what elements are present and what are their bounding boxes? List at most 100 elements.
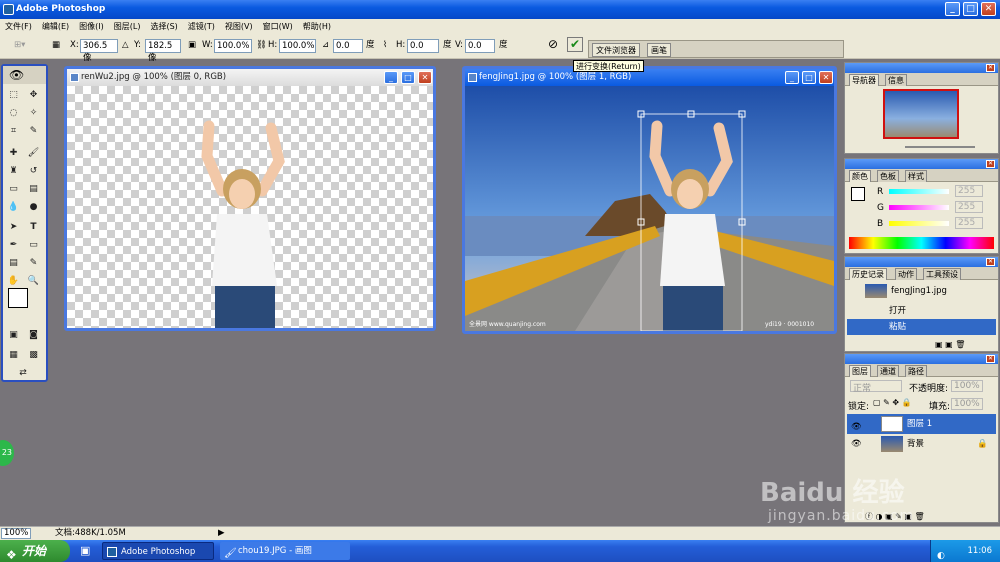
document-title-bar[interactable]: renWu2.jpg @ 100% (图层 0, RGB) _ □ ✕ — [67, 69, 433, 86]
maximize-button[interactable]: □ — [963, 2, 978, 16]
foreground-color-swatch[interactable] — [8, 288, 28, 308]
menu-filter[interactable]: 滤镜(T) — [183, 19, 220, 34]
vskew-field[interactable]: 0.0 — [465, 39, 495, 53]
x-field[interactable]: 306.5 像 — [80, 39, 118, 63]
path-select-icon[interactable]: ➤ — [5, 220, 22, 234]
eraser-tool-icon[interactable]: ▭ — [5, 182, 22, 196]
tab-history[interactable]: 历史记录 — [849, 268, 887, 280]
r-value[interactable]: 255 — [955, 185, 983, 197]
type-tool-icon[interactable]: T — [25, 220, 42, 234]
tab-file-browser[interactable]: 文件浏览器 — [592, 43, 640, 57]
tab-styles[interactable]: 样式 — [905, 170, 927, 182]
history-footer-icons[interactable]: ▣ ▣ 🗑 — [935, 340, 965, 349]
tab-tool-presets[interactable]: 工具预设 — [923, 268, 961, 280]
width-field[interactable]: 100.0% — [214, 39, 252, 53]
history-item[interactable]: 打开 — [847, 303, 996, 319]
shape-tool-icon[interactable]: ▭ — [25, 238, 42, 252]
menu-file[interactable]: 文件(F) — [0, 19, 37, 34]
taskbar-paint[interactable]: 🖌 chou19.JPG - 画图 — [220, 542, 350, 560]
tab-channels[interactable]: 通道 — [877, 365, 899, 377]
doc-minimize-button[interactable]: _ — [785, 71, 799, 84]
menu-layer[interactable]: 图层(L) — [109, 19, 146, 34]
zoom-tool-icon[interactable]: 🔍 — [25, 274, 42, 288]
doc-maximize-button[interactable]: □ — [401, 71, 415, 84]
tab-brushes[interactable]: 画笔 — [647, 43, 671, 57]
start-button[interactable]: ❖ 开始 — [0, 540, 70, 562]
pen-tool-icon[interactable]: ✒ — [5, 238, 22, 252]
height-field[interactable]: 100.0% — [279, 39, 316, 53]
gradient-tool-icon[interactable]: ▤ — [25, 182, 42, 196]
y-field[interactable]: 182.5 像 — [145, 39, 181, 63]
layer-visibility-icon[interactable]: 👁 — [851, 434, 862, 454]
panel-close-icon[interactable]: ✕ — [986, 258, 995, 266]
history-snapshot[interactable]: fengJing1.jpg — [847, 283, 996, 299]
hskew-field[interactable]: 0.0 — [407, 39, 439, 53]
crop-tool-icon[interactable]: ⌗ — [5, 124, 22, 138]
cancel-transform-icon[interactable]: ⊘ — [548, 37, 558, 52]
eyedropper-icon[interactable]: ✎ — [25, 256, 42, 270]
commit-transform-icon[interactable]: ✔ — [567, 37, 584, 52]
panel-fg-swatch[interactable] — [851, 187, 865, 201]
quicklaunch-icon[interactable]: ▣ — [80, 544, 90, 557]
document-title-bar-active[interactable]: fengJing1.jpg @ 100% (图层 1, RGB) _ □ ✕ — [465, 69, 834, 86]
minimize-button[interactable]: _ — [945, 2, 960, 16]
slice-tool-icon[interactable]: ✎ — [25, 124, 42, 138]
reference-point-icon[interactable]: ▦ — [52, 38, 60, 53]
zoom-slider[interactable] — [905, 146, 975, 148]
history-brush-icon[interactable]: ↺ — [25, 164, 42, 178]
zoom-field[interactable]: 100% — [1, 528, 31, 539]
menu-help[interactable]: 帮助(H) — [298, 19, 336, 34]
close-button[interactable]: ✕ — [981, 2, 996, 16]
link-icon[interactable]: ⛓ — [256, 38, 267, 53]
taskbar-photoshop[interactable]: Adobe Photoshop — [102, 542, 214, 560]
move-tool-icon[interactable]: ✥ — [25, 88, 42, 102]
status-menu-arrow-icon[interactable]: ▶ — [218, 527, 225, 540]
tab-layers[interactable]: 图层 — [849, 365, 871, 377]
lock-icons[interactable]: ▢ ✎ ✥ 🔒 — [873, 398, 912, 407]
landscape-canvas[interactable]: 全景网 www.quanjing.com ydi19 · 0001010 — [465, 86, 834, 331]
tray-icons[interactable]: ◐ — [937, 545, 945, 562]
doc-close-button[interactable]: ✕ — [418, 71, 432, 84]
quick-mask-icon[interactable]: ◙ — [25, 328, 42, 342]
magic-wand-icon[interactable]: ✧ — [25, 106, 42, 120]
menu-window[interactable]: 窗口(W) — [258, 19, 298, 34]
color-ramp[interactable] — [849, 237, 994, 249]
doc-maximize-button[interactable]: □ — [802, 71, 816, 84]
tab-color[interactable]: 颜色 — [849, 170, 871, 182]
standard-mode-icon[interactable]: ▣ — [5, 328, 22, 342]
dodge-tool-icon[interactable]: ● — [25, 200, 42, 214]
menu-view[interactable]: 视图(V) — [220, 19, 258, 34]
brush-tool-icon[interactable]: 🖌 — [25, 146, 42, 160]
navigator-thumbnail[interactable] — [883, 89, 959, 139]
tab-paths[interactable]: 路径 — [905, 365, 927, 377]
tab-navigator[interactable]: 导航器 — [849, 74, 879, 86]
g-value[interactable]: 255 — [955, 201, 983, 213]
menu-edit[interactable]: 编辑(E) — [37, 19, 74, 34]
g-slider[interactable] — [889, 205, 949, 210]
doc-close-button[interactable]: ✕ — [819, 71, 833, 84]
marquee-tool-icon[interactable]: ⬚ — [5, 88, 22, 102]
stamp-tool-icon[interactable]: ♜ — [5, 164, 22, 178]
panel-close-icon[interactable]: ✕ — [986, 160, 995, 168]
opacity-field[interactable]: 100% — [951, 380, 983, 392]
notes-tool-icon[interactable]: ▤ — [5, 256, 22, 270]
panel-close-icon[interactable]: ✕ — [986, 355, 995, 363]
angle-field[interactable]: 0.0 — [333, 39, 363, 53]
panel-close-icon[interactable]: ✕ — [986, 64, 995, 72]
menu-image[interactable]: 图像(I) — [74, 19, 109, 34]
tab-actions[interactable]: 动作 — [895, 268, 917, 280]
b-slider[interactable] — [889, 221, 949, 226]
transparent-canvas[interactable] — [67, 86, 433, 328]
menu-select[interactable]: 选择(S) — [145, 19, 182, 34]
layer-row[interactable]: 👁 背景 🔒 — [847, 434, 996, 454]
hand-tool-icon[interactable]: ✋ — [5, 274, 22, 288]
tab-info[interactable]: 信息 — [885, 74, 907, 86]
healing-brush-icon[interactable]: ✚ — [5, 146, 22, 160]
tab-swatches[interactable]: 色板 — [877, 170, 899, 182]
blend-mode-select[interactable]: 正常 — [850, 380, 902, 394]
floating-badge[interactable]: 23 — [0, 440, 14, 466]
b-value[interactable]: 255 — [955, 217, 983, 229]
fill-field[interactable]: 100% — [951, 398, 983, 410]
history-item-selected[interactable]: 粘贴 — [847, 319, 996, 335]
screen-mode-icon[interactable]: ▦ — [5, 348, 22, 362]
